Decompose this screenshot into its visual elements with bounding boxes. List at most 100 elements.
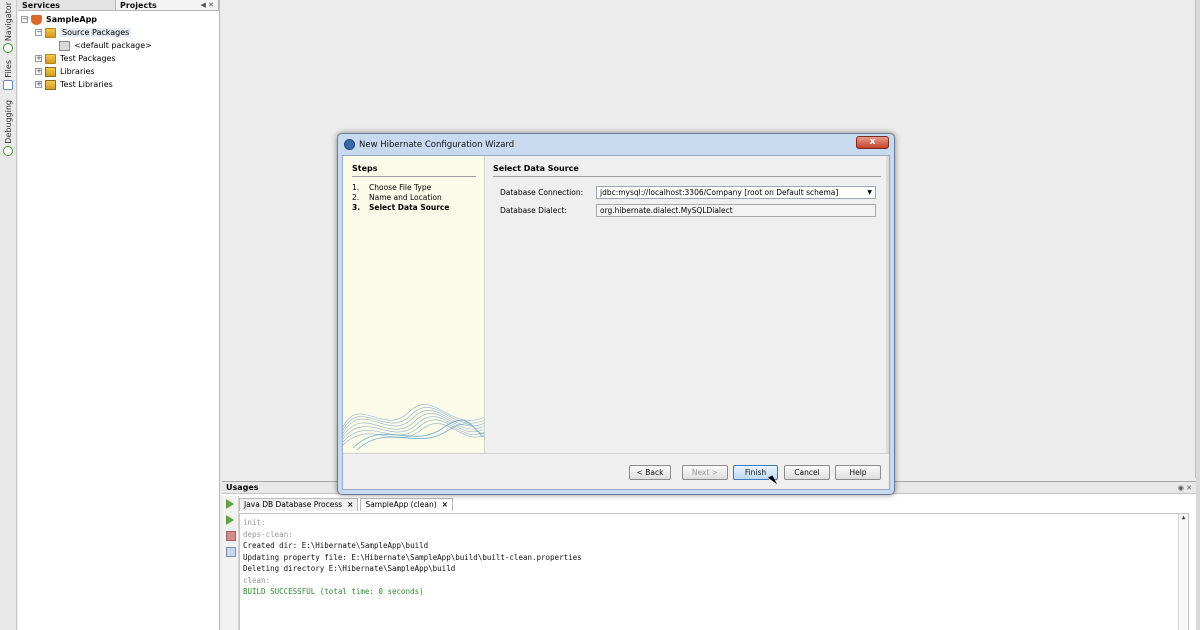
database-dialect-field[interactable]: org.hibernate.dialect.MySQLDialect <box>596 203 876 217</box>
tree-node-label: Libraries <box>60 67 95 76</box>
console-lines: init: deps-clean: Created dir: E:\Hibernat… <box>243 518 1185 599</box>
dialog-title: New Hibernate Configuration Wizard <box>359 139 515 150</box>
tab-services[interactable]: Services <box>18 0 116 10</box>
collapse-icon[interactable]: − <box>21 16 28 23</box>
console-line: deps-clean: <box>243 529 293 539</box>
database-connection-select[interactable]: jdbc:mysql://localhost:3306/Company [roo… <box>596 185 876 199</box>
panel-divider <box>493 176 881 177</box>
expand-icon[interactable]: + <box>35 68 42 75</box>
console-line: Updating property file: E:\Hibernate\Sam… <box>243 552 582 562</box>
test-libraries-icon <box>45 79 56 90</box>
files-tab-label: Files <box>3 60 13 78</box>
wizard-button-bar: < Back Next > Finish Cancel Help <box>343 453 889 491</box>
project-icon <box>31 14 42 25</box>
console-line: Deleting directory E:\Hibernate\SampleAp… <box>243 564 456 573</box>
output-panel-title: Usages <box>226 483 259 492</box>
steps-pane: Steps 1. Choose File Type 2. Name and Locat… <box>343 156 485 453</box>
tree-node-label: Test Packages <box>60 54 116 63</box>
database-connection-label: Database Connection: <box>500 187 584 197</box>
output-console[interactable]: init: deps-clean: Created dir: E:\Hibernat… <box>239 513 1189 630</box>
steps-title: Steps <box>352 164 378 173</box>
pane-scrollbar[interactable] <box>886 156 889 453</box>
tab-projects[interactable]: Projects ◀ ✕ <box>116 0 219 10</box>
close-tab-icon[interactable]: × <box>442 500 448 509</box>
dialog-body: Steps 1. Choose File Type 2. Name and Locat… <box>342 155 890 490</box>
console-line: clean: <box>243 575 271 585</box>
decorative-wave-image <box>343 404 484 451</box>
stop-icon[interactable] <box>226 531 236 541</box>
tree-node-label: Source Packages <box>60 28 132 37</box>
wizard-step: 2. Name and Location <box>352 193 484 203</box>
cancel-button[interactable]: Cancel <box>784 465 830 480</box>
tree-node-label: <default package> <box>74 41 152 50</box>
source-packages-icon <box>45 27 56 38</box>
tree-node-label: Test Libraries <box>60 80 113 89</box>
output-panel: Usages ◉ ✕ Java DB Database Process × Samp… <box>222 481 1196 630</box>
debugging-icon <box>3 145 13 156</box>
panel-controls-icon[interactable]: ◉ ✕ <box>1178 484 1192 492</box>
step-number: 3. <box>352 203 361 212</box>
navigator-tab[interactable]: Navigator <box>1 2 15 54</box>
console-line: Created dir: E:\Hibernate\SampleApp\buil… <box>243 541 429 550</box>
files-icon <box>3 79 13 90</box>
navigator-tab-label: Navigator <box>3 2 13 42</box>
collapse-icon[interactable]: − <box>35 29 42 36</box>
help-button[interactable]: Help <box>835 465 881 480</box>
output-tab[interactable]: Java DB Database Process × <box>239 498 359 511</box>
navigator-icon <box>3 43 13 54</box>
back-button[interactable]: < Back <box>629 465 671 480</box>
projects-panel: Services Projects ◀ ✕ − SampleApp − Source … <box>18 0 220 630</box>
rerun-with-options-icon[interactable] <box>226 515 234 525</box>
console-line: init: <box>243 518 266 527</box>
tree-node[interactable]: + Libraries <box>18 65 219 78</box>
output-tab-label: Java DB Database Process <box>244 500 343 509</box>
next-button[interactable]: Next > <box>682 465 728 480</box>
tree-node[interactable]: − Source Packages <box>18 26 219 39</box>
package-icon <box>59 40 70 51</box>
rerun-icon[interactable] <box>226 499 234 509</box>
step-label: Choose File Type <box>369 183 432 192</box>
select-data-source-pane: Select Data Source Database Connection: … <box>486 156 889 453</box>
step-label: Select Data Source <box>369 203 450 212</box>
panel-minimize-close-icons[interactable]: ◀ ✕ <box>201 0 214 10</box>
debugging-tab-label: Debugging <box>3 100 13 144</box>
tree-node[interactable]: − SampleApp <box>18 13 219 26</box>
statistics-icon[interactable] <box>226 547 236 557</box>
step-label: Name and Location <box>369 193 442 202</box>
projects-panel-tabs: Services Projects ◀ ✕ <box>18 0 219 11</box>
close-tab-icon[interactable]: × <box>347 500 353 509</box>
console-line: BUILD SUCCESSFUL (total time: 0 seconds) <box>243 587 424 596</box>
tree-node-label: SampleApp <box>46 15 98 24</box>
wizard-step: 3. Select Data Source <box>352 203 484 213</box>
output-tab[interactable]: SampleApp (clean) × <box>360 498 453 511</box>
hibernate-wizard-dialog: New Hibernate Configuration Wizard x Ste… <box>337 133 895 495</box>
debugging-tab[interactable]: Debugging <box>1 100 15 156</box>
steps-divider <box>352 176 476 177</box>
left-tab-strip: Navigator Files Debugging <box>0 0 17 630</box>
libraries-icon <box>45 66 56 77</box>
wizard-step: 1. Choose File Type <box>352 183 484 193</box>
dialog-titlebar[interactable]: New Hibernate Configuration Wizard <box>338 134 894 155</box>
step-number: 2. <box>352 193 360 202</box>
tree-node[interactable]: <default package> <box>18 39 219 52</box>
console-scrollbar[interactable]: ▲ <box>1178 514 1188 630</box>
tab-projects-label: Projects <box>120 1 157 10</box>
steps-list: 1. Choose File Type 2. Name and Location 3. S… <box>343 183 484 213</box>
database-connection-row: Database Connection: jdbc:mysql://localh… <box>500 183 889 201</box>
database-connection-value: jdbc:mysql://localhost:3306/Company [roo… <box>600 187 839 197</box>
chevron-down-icon: ▼ <box>867 188 872 196</box>
tree-node[interactable]: + Test Packages <box>18 52 219 65</box>
expand-icon[interactable]: + <box>35 55 42 62</box>
right-edge <box>1196 0 1200 630</box>
close-button[interactable]: x <box>856 136 889 149</box>
output-tabs: Java DB Database Process × SampleApp (clea… <box>239 498 455 511</box>
netbeans-icon <box>344 139 355 150</box>
database-dialect-row: Database Dialect: org.hibernate.dialect.… <box>500 201 889 219</box>
output-tab-label: SampleApp (clean) <box>365 500 437 509</box>
tree-node[interactable]: + Test Libraries <box>18 78 219 91</box>
expand-icon[interactable]: + <box>35 81 42 88</box>
test-packages-icon <box>45 53 56 64</box>
project-tree: − SampleApp − Source Packages <default packa… <box>18 11 219 91</box>
files-tab[interactable]: Files <box>1 60 15 90</box>
database-dialect-label: Database Dialect: <box>500 205 567 215</box>
